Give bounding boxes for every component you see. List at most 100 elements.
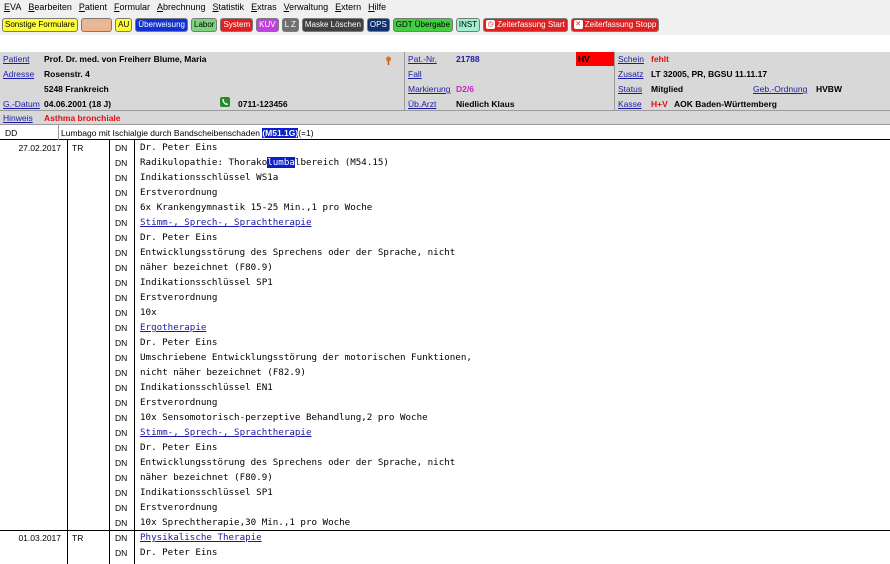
entry-text: Erstverordnung [140,292,217,303]
kasse-value: AOK Baden-Württemberg [674,99,777,109]
entry-text-main: Stimm-, Sprech-, Sprachtherapie [140,217,312,228]
toolbar-button-sonstige-formulare[interactable]: Sonstige Formulare [2,17,78,32]
markierung-link[interactable]: Markierung [408,84,451,94]
entry-text[interactable]: Ergotherapie [140,322,206,333]
entry-code: DN [115,188,128,198]
clock-icon: ◷ [486,20,496,29]
panel-divider [614,52,615,110]
schein-link[interactable]: Schein [618,54,644,64]
menu-item-eva[interactable]: EVA [0,2,24,12]
toolbar-button-zeiterfassung-start[interactable]: ◷ Zeiterfassung Start [483,17,568,32]
entry-code: DN [115,338,128,348]
entry-code: DN [115,413,128,423]
entry-text-main: Umschriebene Entwicklungsstörung der mot… [140,352,472,363]
entry-text: näher bezeichnet (F80.9) [140,262,273,273]
toolbar-button-au[interactable]: AU [115,17,133,32]
entry-text: Dr. Peter Eins [140,232,217,243]
toolbar-button-gdt-übergabe[interactable]: GDT Übergabe [392,17,453,32]
toolbar-button-label: INST [458,20,478,29]
dd-row[interactable]: DD Lumbago mit Ischialgie durch Bandsche… [0,124,890,140]
kasse-link[interactable]: Kasse [618,99,642,109]
toolbar-button-ops[interactable]: OPS [366,17,390,32]
toolbar-button-label: Zeiterfassung Stopp [584,20,657,29]
birth-date: 04.06.2001 (18 J) [44,99,112,109]
gdatum-link[interactable]: G.-Datum [3,99,40,109]
entry-text-main: näher bezeichnet (F80.9) [140,262,273,273]
entry-text: Erstverordnung [140,187,217,198]
toolbar-button-labor[interactable]: Labor [191,17,218,32]
patnr-link[interactable]: Pat.-Nr. [408,54,437,64]
entry-text[interactable]: Stimm-, Sprech-, Sprachtherapie [140,217,311,228]
adresse-link[interactable]: Adresse [3,69,34,79]
entry-code: DN [115,353,128,363]
hinweis-link[interactable]: Hinweis [3,113,33,123]
toolbar-button-maske-löschen[interactable]: Maske Löschen [301,17,364,32]
zusatz-link[interactable]: Zusatz [618,69,644,79]
zusatz-value: LT 32005, PR, BGSU 11.11.17 [651,69,768,79]
kasse-prefix: H+V [651,99,668,109]
menu-item-abrechnung[interactable]: Abrechnung [153,2,209,12]
entry-code: DN [115,263,128,273]
fall-link[interactable]: Fall [408,69,422,79]
menu-item-bearbeiten[interactable]: Bearbeiten [24,2,75,12]
menu-item-patient[interactable]: Patient [75,2,110,12]
entry-text-main: Dr. Peter Eins [140,337,218,348]
toolbar-spacer [0,35,890,52]
toolbar-button-label: GDT Übergabe [395,20,450,29]
menu-label-rest: VA [10,2,22,12]
entry-text: 6x Krankengymnastik 15-25 Min.,1 pro Woc… [140,202,372,213]
entry-text-main: Dr. Peter Eins [140,442,218,453]
entry-text-main: Indikationsschlüssel SP1 [140,277,273,288]
entry-code: DN [115,308,128,318]
geb-ordnung-link[interactable]: Geb.-Ordnung [753,84,807,94]
ubarzt-link[interactable]: Üb.Arzt [408,99,436,109]
entry-text-main: Stimm-, Sprech-, Sprachtherapie [140,427,312,438]
entry-text: Indikationsschlüssel EN1 [140,382,273,393]
menu-item-formular[interactable]: Formular [110,2,153,12]
entry-text-main: näher bezeichnet (F80.9) [140,472,273,483]
toolbar-button-zeiterfassung-stopp[interactable]: ✕ Zeiterfassung Stopp [570,17,660,32]
phone-icon[interactable] [220,97,230,107]
entry-text-main: Indikationsschlüssel WS1a [140,172,279,183]
toolbar-button-rezept[interactable]: Rezept [80,17,113,32]
menu-item-extern[interactable]: Extern [331,2,364,12]
dd-divider [58,125,59,140]
patient-link[interactable]: Patient [3,54,29,64]
entry-text: Dr. Peter Eins [140,442,217,453]
entry-code: DN [115,248,128,258]
toolbar-button-inst[interactable]: INST [455,17,481,32]
toolbar-button-system[interactable]: System [220,17,254,32]
toolbar-button-überweisung[interactable]: Überweisung [135,17,188,32]
pin-icon[interactable] [385,56,392,65]
menu-item-verwaltung[interactable]: Verwaltung [280,2,332,12]
entry-code: DN [115,473,128,483]
entry-code: DN [115,323,128,333]
toolbar-button-kuv[interactable]: KUV [256,17,279,32]
entry-code: DN [115,293,128,303]
menu-item-statistik[interactable]: Statistik [209,2,248,12]
entry-text-main: Entwicklungsstörung des Sprechens oder d… [140,247,456,258]
entry-text: Umschriebene Entwicklungsstörung der mot… [140,352,472,363]
entry-text: Indikationsschlüssel WS1a [140,172,278,183]
toolbar-button-l-z[interactable]: L Z [281,17,299,32]
menu-label-rest: tatistik [218,2,245,12]
menu-bar: EVA Bearbeiten Patient Formular Abrechnung St… [0,0,890,14]
dd-suffix: (=1) [298,128,314,138]
menu-label-rest: xtern [341,2,362,12]
patient-number: 21788 [456,54,480,64]
entry-text[interactable]: Physikalische Therapie [140,532,262,543]
status-link[interactable]: Status [618,84,642,94]
hv-badge: HV [576,52,614,66]
hinweis-bar: Hinweis Asthma bronchiale [0,110,890,124]
entry-text: Dr. Peter Eins [140,547,217,558]
toolbar-button-label: Zeiterfassung Start [497,20,565,29]
menu-item-extras[interactable]: Extras [247,2,280,12]
entry-text[interactable]: Stimm-, Sprech-, Sprachtherapie [140,427,311,438]
menu-item-hilfe[interactable]: Hilfe [364,2,389,12]
entry-text: Erstverordnung [140,397,217,408]
entry-date: 01.03.2017 [18,533,61,543]
toolbar: Sonstige Formulare Rezept AU Überweisung Lab… [0,14,890,35]
toolbar-button-label: Rezept [83,20,110,29]
entry-code: DN [115,488,128,498]
entry-code: DN [115,368,128,378]
